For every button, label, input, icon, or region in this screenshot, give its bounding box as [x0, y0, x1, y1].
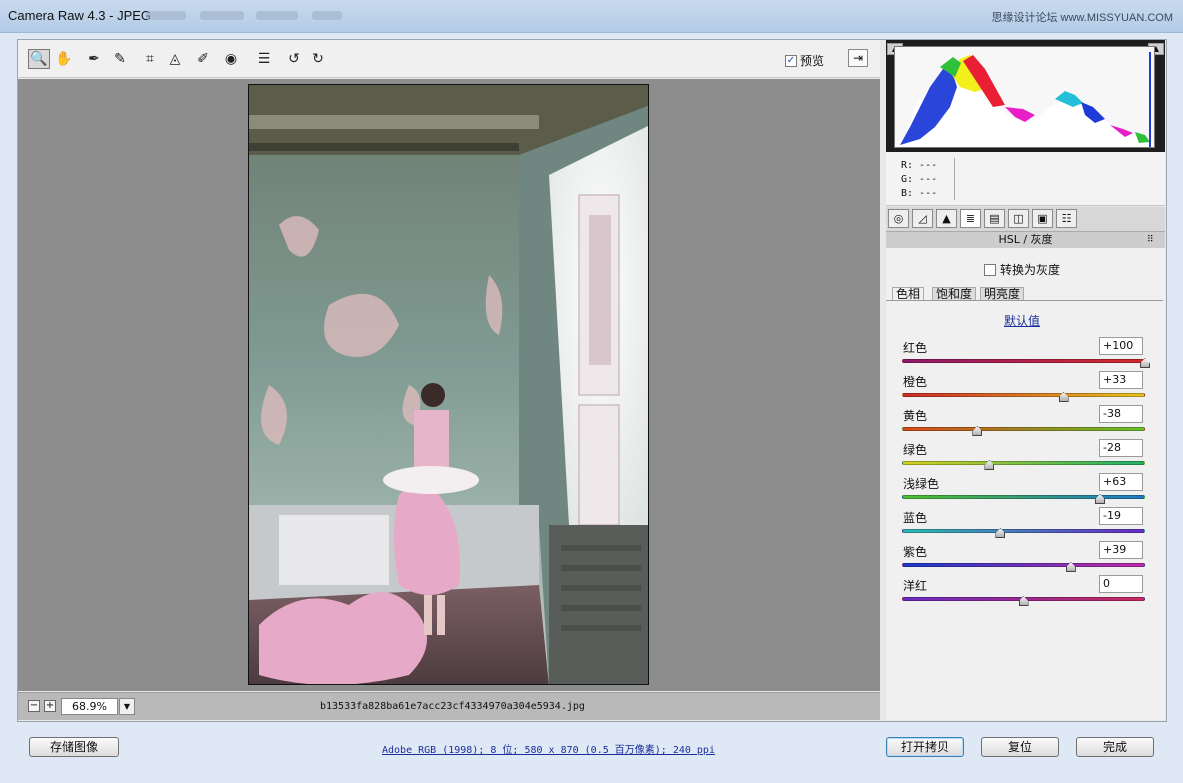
- checkbox-box[interactable]: [984, 263, 996, 276]
- panel-title: HSL / 灰度: [886, 232, 1165, 248]
- save-image-button[interactable]: 存储图像: [29, 737, 119, 757]
- window-title: Camera Raw 4.3 - JPEG: [8, 8, 152, 23]
- watermark: 思缘设计论坛 www.MISSYUAN.COM: [991, 12, 1173, 24]
- preview-label: 预览: [800, 54, 825, 68]
- slider-label: 红色: [903, 341, 928, 355]
- default-values-link[interactable]: 默认值: [1004, 312, 1040, 329]
- tab-saturation[interactable]: 饱和度: [932, 287, 977, 301]
- rgb-readout: R: --- G: --- B: ---: [886, 152, 1165, 206]
- slider-value-field[interactable]: +63: [1099, 473, 1143, 491]
- preview-checkbox[interactable]: ✓ 预览: [785, 52, 824, 69]
- zoom-in-button[interactable]: +: [44, 700, 56, 712]
- camera-calibration-icon[interactable]: ▣: [1032, 209, 1053, 228]
- slider-value-field[interactable]: 0: [1099, 575, 1143, 593]
- fullscreen-toggle-icon[interactable]: ⇥: [848, 49, 868, 67]
- slider-value-field[interactable]: -38: [1099, 405, 1143, 423]
- slider-label: 浅绿色: [903, 477, 940, 491]
- slider-value-field[interactable]: +100: [1099, 337, 1143, 355]
- zoom-tool-icon[interactable]: 🔍: [28, 49, 50, 69]
- spot-removal-tool-icon[interactable]: ✐: [192, 49, 214, 69]
- slider-value-field[interactable]: +33: [1099, 371, 1143, 389]
- zoom-out-button[interactable]: −: [28, 700, 40, 712]
- rotate-left-icon[interactable]: ↺: [283, 49, 305, 69]
- tab-luminance[interactable]: 明亮度: [980, 287, 1025, 301]
- subtab-divider: [886, 300, 1163, 301]
- slider-label: 黄色: [903, 409, 928, 423]
- workflow-options-link[interactable]: Adobe RGB (1998); 8 位; 580 x 870 (0.5 百万…: [382, 741, 715, 756]
- detail-icon[interactable]: ▲: [936, 209, 957, 228]
- white-balance-tool-icon[interactable]: ✒: [83, 49, 105, 69]
- zoom-level-field[interactable]: 68.9%: [61, 698, 118, 715]
- slider-label: 紫色: [903, 545, 928, 559]
- hand-tool-icon[interactable]: ✋: [53, 49, 75, 69]
- tab-hue[interactable]: 色相: [892, 287, 925, 301]
- rotate-right-icon[interactable]: ↻: [307, 49, 329, 69]
- split-toning-icon[interactable]: ▤: [984, 209, 1005, 228]
- blurred-title-segment: [312, 11, 342, 20]
- open-copy-button[interactable]: 打开拷贝: [886, 737, 964, 757]
- panel-menu-icon[interactable]: ⠿: [1147, 235, 1154, 245]
- slider-track[interactable]: [902, 563, 1145, 567]
- file-name: b13533fa828ba61e7acc23cf4334970a304e5934…: [320, 701, 585, 712]
- blurred-title-segment: [256, 11, 298, 20]
- preview-image: [248, 84, 649, 685]
- lens-icon[interactable]: ◫: [1008, 209, 1029, 228]
- blue-readout: B: ---: [901, 188, 938, 199]
- checkbox-box[interactable]: ✓: [785, 54, 797, 67]
- slider-label: 橙色: [903, 375, 928, 389]
- convert-grayscale-label: 转换为灰度: [1000, 263, 1061, 277]
- crop-tool-icon[interactable]: ⌗: [139, 49, 161, 69]
- slider-value-field[interactable]: +39: [1099, 541, 1143, 559]
- green-readout: G: ---: [901, 174, 938, 185]
- done-button[interactable]: 完成: [1076, 737, 1154, 757]
- zoom-dropdown-icon[interactable]: ▼: [119, 698, 135, 715]
- color-sampler-tool-icon[interactable]: ✎: [109, 49, 131, 69]
- hsl-icon[interactable]: ≣: [960, 209, 981, 228]
- aperture-icon[interactable]: ◎: [888, 209, 909, 228]
- slider-label: 蓝色: [903, 511, 928, 525]
- slider-label: 绿色: [903, 443, 928, 457]
- straighten-tool-icon[interactable]: ◬: [164, 49, 186, 69]
- slider-label: 洋红: [903, 579, 928, 593]
- reset-button[interactable]: 复位: [981, 737, 1059, 757]
- presets-icon[interactable]: ☷: [1056, 209, 1077, 228]
- red-readout: R: ---: [901, 160, 938, 171]
- slider-value-field[interactable]: -19: [1099, 507, 1143, 525]
- slider-track[interactable]: [902, 393, 1145, 397]
- red-eye-tool-icon[interactable]: ◉: [220, 49, 242, 69]
- slider-track[interactable]: [902, 427, 1145, 431]
- window-titlebar: Camera Raw 4.3 - JPEG 思缘设计论坛 www.MISSYUA…: [0, 0, 1183, 33]
- tone-curve-icon[interactable]: ◿: [912, 209, 933, 228]
- slider-track[interactable]: [902, 529, 1145, 533]
- slider-track[interactable]: [902, 495, 1145, 499]
- blurred-title-segment: [146, 11, 186, 20]
- preferences-icon[interactable]: ☰: [253, 49, 275, 69]
- convert-grayscale-checkbox[interactable]: 转换为灰度: [984, 261, 1060, 278]
- readout-divider: [954, 158, 955, 200]
- blurred-title-segment: [200, 11, 244, 20]
- slider-value-field[interactable]: -28: [1099, 439, 1143, 457]
- slider-track[interactable]: [902, 461, 1145, 465]
- slider-track[interactable]: [902, 359, 1145, 363]
- histogram-chart: [894, 46, 1155, 148]
